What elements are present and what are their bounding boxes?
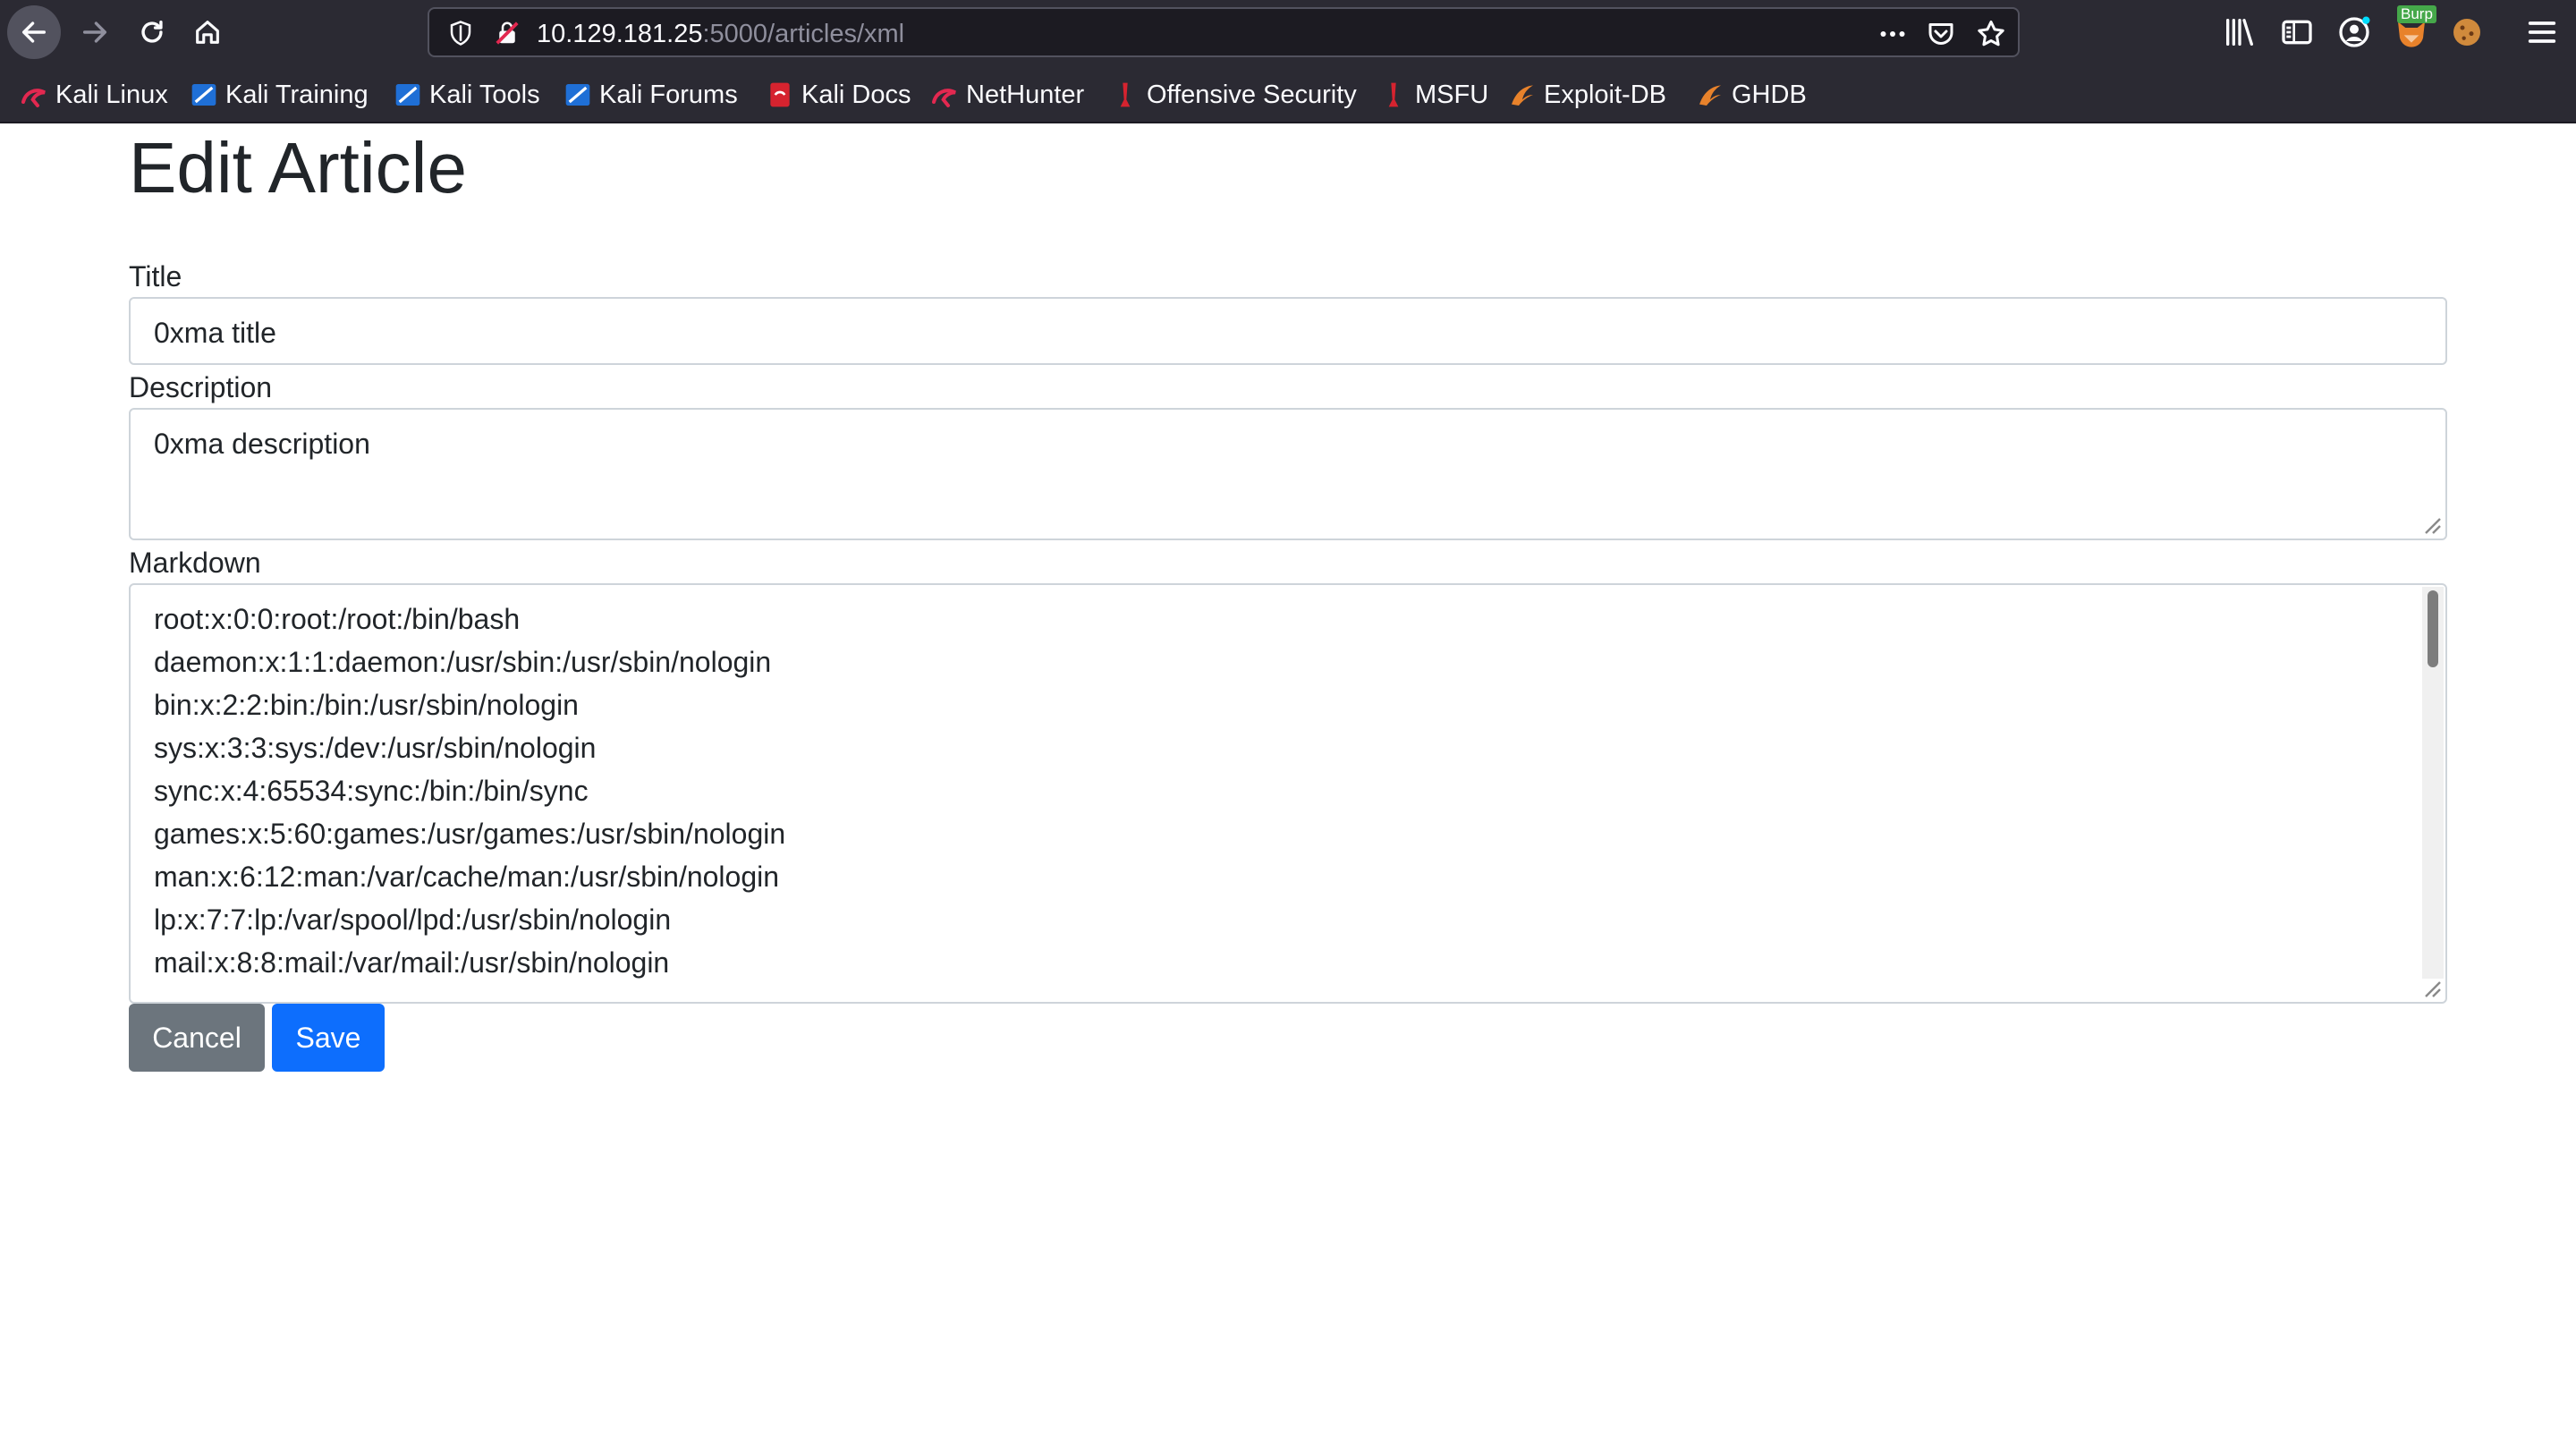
description-label: Description xyxy=(129,371,273,403)
bookmark-label: Kali Training xyxy=(225,81,369,109)
markdown-line: sys:x:3:3:sys:/dev:/usr/sbin/nologin xyxy=(154,732,597,764)
back-button[interactable] xyxy=(7,5,61,59)
bookmark-msfu[interactable]: MSFU xyxy=(1379,79,1488,111)
title-input-value: 0xma title xyxy=(154,317,276,349)
kali-dragon-icon xyxy=(21,89,46,107)
sidebar-icon xyxy=(2282,20,2312,45)
bookmark-exploit-db[interactable]: Exploit-DB xyxy=(1508,79,1666,111)
more-actions-icon[interactable] xyxy=(1877,18,1909,50)
bookmark-kali-training[interactable]: Kali Training xyxy=(190,79,369,111)
offsec-icon xyxy=(1120,82,1131,107)
home-button[interactable] xyxy=(181,5,234,59)
scrollbar-thumb[interactable] xyxy=(2428,590,2438,667)
markdown-line: lp:x:7:7:lp:/var/spool/lpd:/usr/sbin/nol… xyxy=(154,903,672,936)
bookmark-ghdb[interactable]: GHDB xyxy=(1696,79,1807,111)
kali-docs-icon xyxy=(770,82,790,107)
reload-icon xyxy=(141,20,163,43)
account-button[interactable] xyxy=(2336,14,2372,50)
shield-icon[interactable] xyxy=(447,20,474,47)
sidebar-button[interactable] xyxy=(2279,14,2315,50)
description-textarea-value: 0xma description xyxy=(154,428,370,460)
cancel-button[interactable]: Cancel xyxy=(129,1004,265,1072)
bookmark-label: Kali Linux xyxy=(55,81,168,109)
page-title: Edit Article xyxy=(129,128,467,208)
markdown-line: mail:x:8:8:mail:/var/mail:/usr/sbin/nolo… xyxy=(154,946,670,979)
markdown-line: root:x:0:0:root:/root:/bin/bash xyxy=(154,603,521,635)
kali-blue-icon xyxy=(191,84,216,106)
pocket-icon[interactable] xyxy=(1925,18,1957,50)
menu-button[interactable] xyxy=(2524,14,2560,50)
library-icon xyxy=(2226,19,2253,46)
arrow-right-icon xyxy=(82,21,107,43)
save-button[interactable]: Save xyxy=(272,1004,385,1072)
resize-grip-icon[interactable] xyxy=(2420,513,2442,535)
bookmark-label: Kali Docs xyxy=(801,81,911,109)
cookie-extension-button[interactable] xyxy=(2449,14,2485,50)
bookmark-label: Exploit-DB xyxy=(1544,81,1666,109)
title-label: Title xyxy=(129,260,182,293)
forward-button[interactable] xyxy=(68,5,122,59)
arrow-left-icon xyxy=(21,21,47,43)
url-text[interactable]: 10.129.181.25:5000/articles/xml xyxy=(537,20,904,48)
bookmark-kali-linux[interactable]: Kali Linux xyxy=(20,79,168,111)
url-host: 10.129.181.25 xyxy=(537,20,703,48)
browser-toolbar: 10.129.181.25:5000/articles/xml Burp xyxy=(0,0,2576,64)
bookmark-label: Kali Tools xyxy=(429,81,540,109)
address-bar[interactable]: 10.129.181.25:5000/articles/xml xyxy=(428,7,2020,57)
home-icon xyxy=(196,21,219,44)
bookmark-label: Kali Forums xyxy=(599,81,738,109)
bookmark-label: Offensive Security xyxy=(1147,81,1357,109)
burp-badge: Burp xyxy=(2397,5,2436,23)
bookmark-label: GHDB xyxy=(1732,81,1807,109)
bookmark-kali-forums[interactable]: Kali Forums xyxy=(564,79,738,111)
markdown-textarea[interactable]: root:x:0:0:root:/root:/bin/bash daemon:x… xyxy=(129,583,2447,1004)
resize-grip-icon[interactable] xyxy=(2420,977,2442,998)
kali-dragon-icon xyxy=(932,89,956,107)
exploitdb-icon xyxy=(1512,85,1533,106)
kali-blue-icon xyxy=(395,84,420,106)
markdown-label: Markdown xyxy=(129,547,261,579)
markdown-content: root:x:0:0:root:/root:/bin/bash daemon:x… xyxy=(154,598,785,984)
markdown-line: games:x:5:60:games:/usr/games:/usr/sbin/… xyxy=(154,818,786,850)
bookmark-kali-docs[interactable]: Kali Docs xyxy=(766,79,911,111)
markdown-line: sync:x:4:65534:sync:/bin:/bin/sync xyxy=(154,775,589,807)
cookie-icon xyxy=(2453,19,2480,46)
reload-button[interactable] xyxy=(125,5,179,59)
account-icon xyxy=(2339,16,2370,47)
description-textarea[interactable]: 0xma description xyxy=(129,408,2447,540)
hamburger-menu-icon xyxy=(2528,21,2556,43)
bookmark-label: NetHunter xyxy=(966,81,1085,109)
markdown-line: bin:x:2:2:bin:/bin:/usr/sbin/nologin xyxy=(154,689,579,721)
kali-blue-icon xyxy=(565,84,590,106)
library-button[interactable] xyxy=(2222,14,2258,50)
title-input[interactable]: 0xma title xyxy=(129,297,2447,365)
markdown-scrollbar[interactable] xyxy=(2422,587,2444,979)
bookmark-nethunter[interactable]: NetHunter xyxy=(930,79,1084,111)
bookmark-star-icon[interactable] xyxy=(1975,18,2007,50)
bookmark-label: MSFU xyxy=(1415,81,1489,109)
markdown-line: daemon:x:1:1:daemon:/usr/sbin:/usr/sbin/… xyxy=(154,646,772,678)
offsec-icon xyxy=(1388,82,1399,107)
url-path: :5000/articles/xml xyxy=(702,20,905,48)
bookmark-offensive-security[interactable]: Offensive Security xyxy=(1111,79,1357,111)
insecure-lock-icon[interactable] xyxy=(494,20,521,47)
markdown-line: man:x:6:12:man:/var/cache/man:/usr/sbin/… xyxy=(154,861,780,893)
exploitdb-icon xyxy=(1699,85,1721,106)
bookmark-kali-tools[interactable]: Kali Tools xyxy=(394,79,540,111)
